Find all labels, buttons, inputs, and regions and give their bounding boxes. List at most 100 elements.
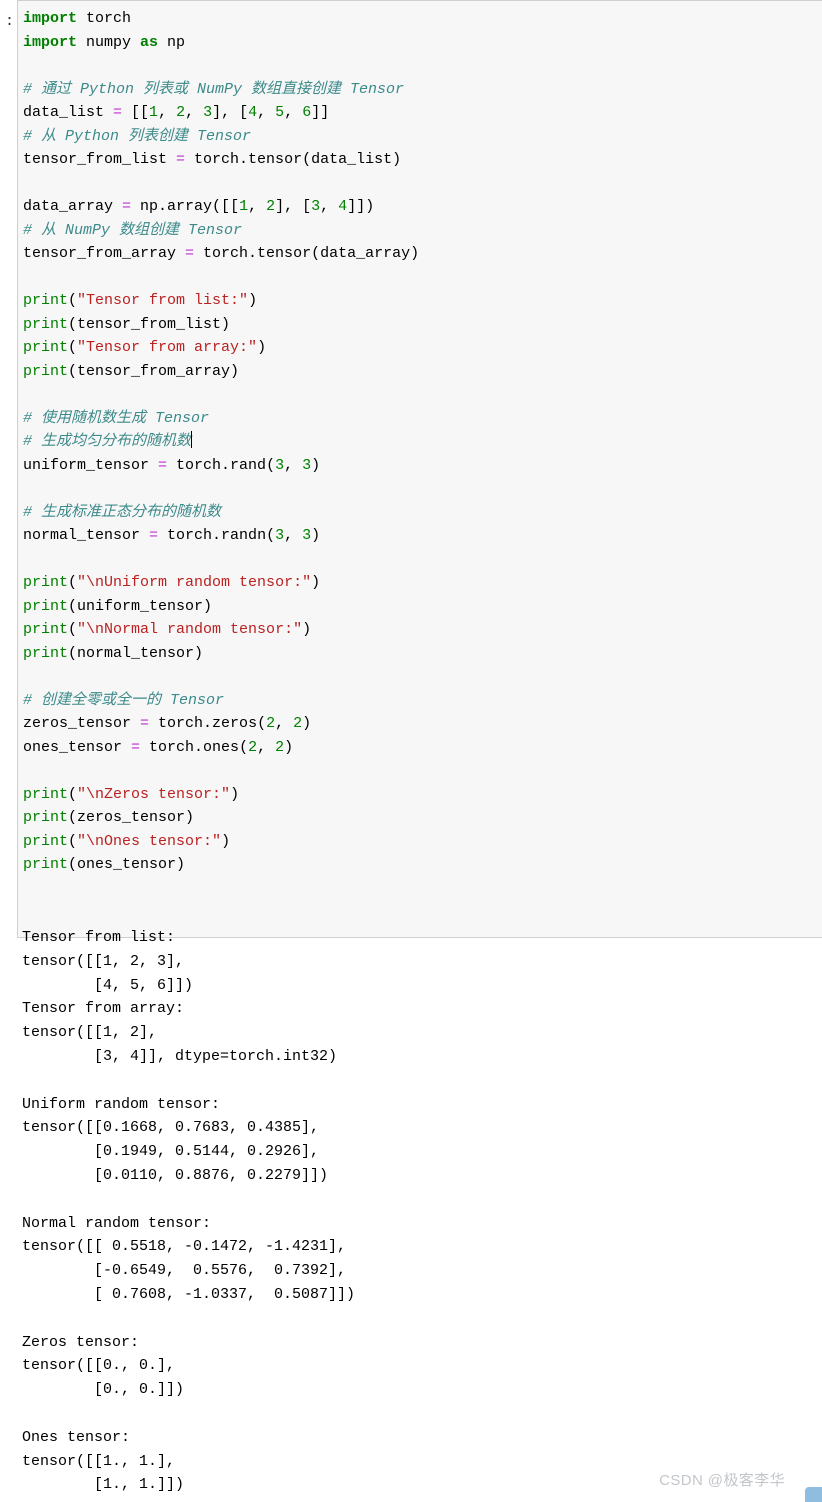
code-token-pl: ) xyxy=(311,456,321,474)
code-line: # 使用随机数生成 Tensor xyxy=(23,407,822,431)
code-token-op: = xyxy=(140,715,150,732)
code-token-pl: (tensor_from_array) xyxy=(68,362,240,380)
output-line: [-0.6549, 0.5576, 0.7392], xyxy=(22,1262,347,1280)
code-token-pl: np xyxy=(158,33,186,51)
code-token-pl: ) xyxy=(284,738,294,756)
code-token-num: 5 xyxy=(275,104,285,121)
code-line: uniform_tensor = torch.rand(3, 3) xyxy=(23,454,822,478)
output-line: [0., 0.]]) xyxy=(22,1381,185,1399)
code-token-pl: ) xyxy=(230,785,240,803)
code-token-pl: ) xyxy=(311,574,321,591)
code-token-cmt: # 从 Python 列表创建 Tensor xyxy=(23,127,252,145)
code-line: print("\nZeros tensor:") xyxy=(23,783,822,807)
code-token-pl: ) xyxy=(221,832,231,850)
code-token-pl: , xyxy=(185,104,204,121)
csdn-watermark: CSDN @极客李华 xyxy=(659,1472,785,1489)
code-token-num: 3 xyxy=(275,456,285,474)
output-line: Ones tensor: xyxy=(22,1428,131,1446)
code-token-pl: ( xyxy=(68,292,78,309)
code-token-pl: (uniform_tensor) xyxy=(68,597,213,615)
code-line: # 通过 Python 列表或 NumPy 数组直接创建 Tensor xyxy=(23,78,822,102)
code-token-num: 2 xyxy=(293,715,303,732)
code-token-pl: zeros_tensor xyxy=(23,715,141,732)
code-line: print(normal_tensor) xyxy=(23,642,822,666)
code-token-pl: ones_tensor xyxy=(23,738,132,756)
code-line: # 从 Python 列表创建 Tensor xyxy=(23,125,822,149)
code-token-pl: numpy xyxy=(77,33,141,51)
code-line: print(uniform_tensor) xyxy=(23,595,822,619)
code-line: print(zeros_tensor) xyxy=(23,806,822,830)
code-token-pl: , xyxy=(284,456,303,474)
cell-execution-prompt: : xyxy=(4,13,14,30)
code-line: # 生成均匀分布的随机数 xyxy=(23,430,822,454)
code-token-fn: print xyxy=(23,621,69,638)
code-token-pl: ( xyxy=(68,832,78,850)
code-token-cmt: # 创建全零或全一的 Tensor xyxy=(23,691,225,709)
code-token-pl: torch.randn( xyxy=(158,527,276,544)
output-line: [3, 4]], dtype=torch.int32) xyxy=(22,1047,338,1065)
code-token-num: 4 xyxy=(248,104,258,121)
code-line: print("Tensor from list:") xyxy=(23,289,822,313)
corner-marker-icon xyxy=(805,1487,822,1502)
output-line: [0.0110, 0.8876, 0.2279]]) xyxy=(22,1166,329,1184)
code-line: print("Tensor from array:") xyxy=(23,336,822,360)
output-line: tensor([[1, 2], xyxy=(22,1024,158,1042)
output-line: tensor([[0.1668, 0.7683, 0.4385], xyxy=(22,1119,320,1137)
code-line: print("\nOnes tensor:") xyxy=(23,830,822,854)
code-token-pl: , xyxy=(284,104,303,121)
code-token-pl: torch.zeros( xyxy=(149,715,267,732)
code-token-pl: torch.tensor(data_list) xyxy=(185,151,402,168)
output-line: [4, 5, 6]]) xyxy=(22,976,194,994)
code-token-pl: ( xyxy=(68,785,78,803)
code-line: data_array = np.array([[1, 2], [3, 4]]) xyxy=(23,195,822,219)
code-line: print("\nUniform random tensor:") xyxy=(23,571,822,595)
code-token-num: 4 xyxy=(338,198,348,215)
code-token-pl: ) xyxy=(311,527,321,544)
code-token-str: "\nOnes tensor:" xyxy=(77,832,222,850)
output-line: Tensor from array: xyxy=(22,1000,185,1018)
code-token-pl: [[ xyxy=(122,104,150,121)
code-line: print(ones_tensor) xyxy=(23,853,822,877)
code-line: tensor_from_array = torch.tensor(data_ar… xyxy=(23,242,822,266)
notebook-code-cell[interactable]: : import torch import numpy as np # 通过 Py… xyxy=(0,0,822,938)
code-editor[interactable]: import torch import numpy as np # 通过 Pyth… xyxy=(17,0,822,938)
code-token-str: "\nZeros tensor:" xyxy=(77,785,231,803)
code-source-lines[interactable]: import torch import numpy as np # 通过 Pyth… xyxy=(23,7,822,877)
code-line: print(tensor_from_array) xyxy=(23,360,822,384)
code-token-fn: print xyxy=(23,339,69,356)
code-token-num: 2 xyxy=(275,738,285,756)
code-line: # 创建全零或全一的 Tensor xyxy=(23,689,822,713)
code-token-kw: import xyxy=(23,10,78,27)
output-line: [ 0.7608, -1.0337, 0.5087]]) xyxy=(22,1285,356,1303)
code-token-pl: (zeros_tensor) xyxy=(68,809,195,826)
code-line: print("\nNormal random tensor:") xyxy=(23,618,822,642)
code-token-num: 1 xyxy=(239,198,249,215)
code-line: import torch xyxy=(23,7,822,31)
code-token-cmt: # 通过 Python 列表或 NumPy 数组直接创建 Tensor xyxy=(23,80,405,98)
code-token-pl: (normal_tensor) xyxy=(68,644,204,662)
code-token-pl: torch.ones( xyxy=(140,738,249,756)
code-token-num: 3 xyxy=(302,527,312,544)
code-token-op: = xyxy=(176,151,186,168)
output-line: Uniform random tensor: xyxy=(22,1095,221,1113)
code-token-pl: torch.tensor(data_array) xyxy=(194,245,420,262)
code-token-pl: normal_tensor xyxy=(23,527,150,544)
code-token-cmt: # 使用随机数生成 Tensor xyxy=(23,409,210,427)
code-token-kw: import xyxy=(23,33,78,51)
code-token-op: = xyxy=(185,245,195,262)
code-token-pl: , xyxy=(320,198,339,215)
code-token-fn: print xyxy=(23,315,69,333)
code-line: zeros_tensor = torch.zeros(2, 2) xyxy=(23,712,822,736)
code-token-num: 2 xyxy=(176,104,186,121)
code-token-op: = xyxy=(158,456,168,474)
code-token-fn: print xyxy=(23,832,69,850)
code-token-num: 6 xyxy=(302,104,312,121)
code-token-pl: ]] xyxy=(311,104,330,121)
code-token-pl: , xyxy=(257,738,276,756)
